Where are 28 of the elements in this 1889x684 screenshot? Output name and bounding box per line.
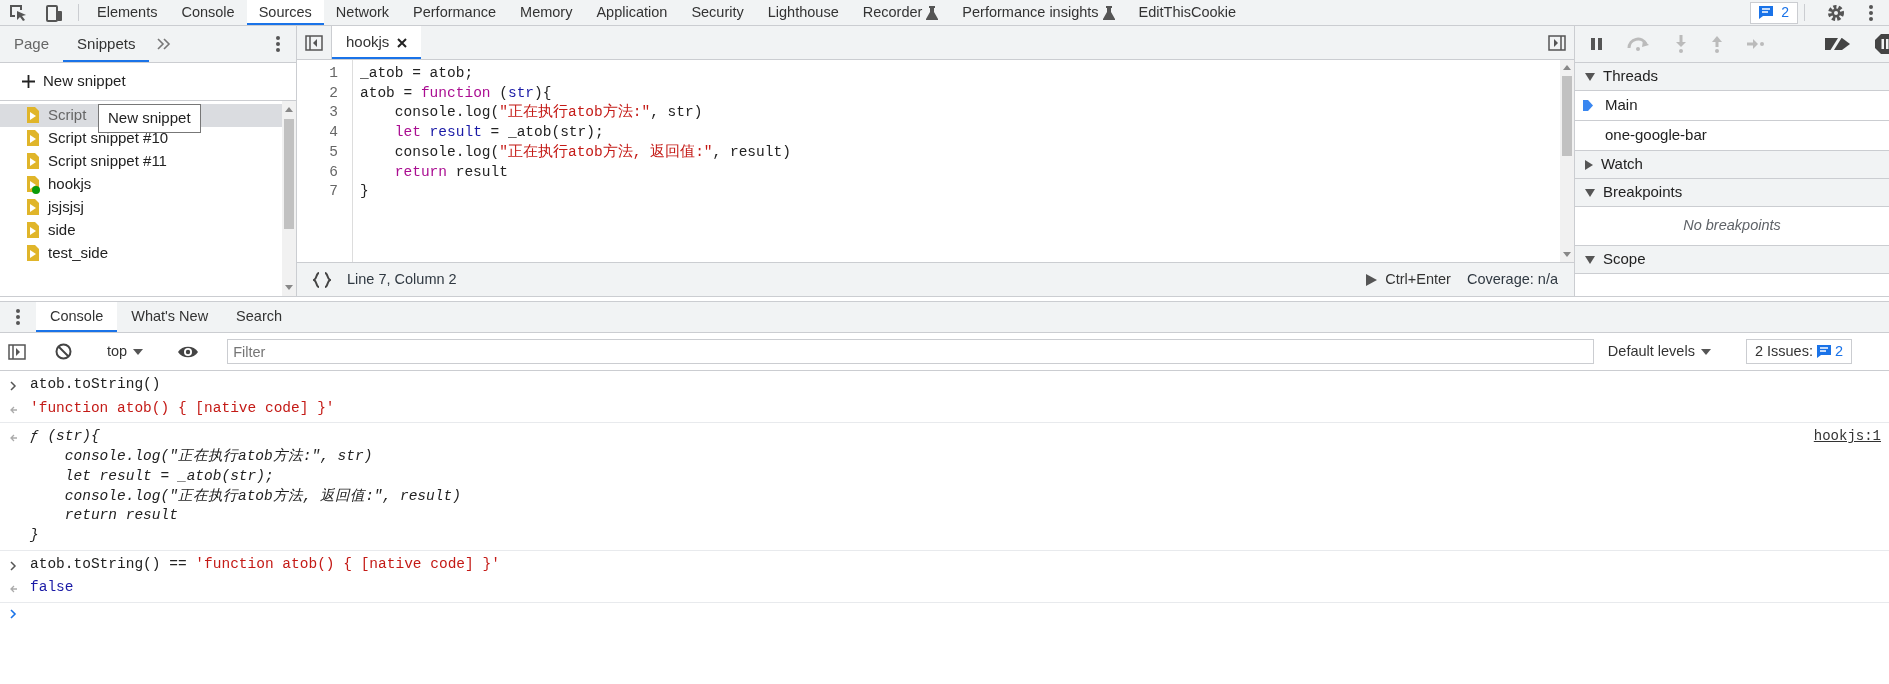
line-number: 4 xyxy=(328,123,339,143)
line-number: 6 xyxy=(328,162,339,182)
empty-message: No breakpoints xyxy=(1683,216,1781,236)
command-text: atob.toString() == 'function atob() { [native code] }' xyxy=(30,554,500,574)
line-number: 2 xyxy=(328,83,339,103)
code-line: _atob = atob; xyxy=(360,64,474,83)
result-text: return result xyxy=(63,506,178,526)
code-line: } xyxy=(360,182,369,202)
result-text: false xyxy=(30,578,74,598)
result-text: ƒ (str){ xyxy=(30,427,100,447)
tooltip: New snippet xyxy=(98,104,201,133)
code-line: return result xyxy=(393,162,508,182)
coverage-status: Coverage: n/a xyxy=(1466,269,1558,289)
result-text: } xyxy=(30,525,39,545)
result-text: 'function atob() { [native code] }' xyxy=(30,398,335,418)
code-line: console.log("正在执行atob方法:", str) xyxy=(393,103,703,123)
result-text: console.log("正在执行atob方法:", str) xyxy=(63,447,373,467)
code-line: let result = _atob(str); xyxy=(393,123,604,143)
line-number: 3 xyxy=(328,103,339,123)
result-text: let result = _atob(str); xyxy=(63,466,274,486)
line-number: 1 xyxy=(328,64,339,83)
cursor-position: Line 7, Column 2 xyxy=(347,269,457,289)
code-line: atob = function (str){ xyxy=(360,83,552,103)
command-text: atob.toString() xyxy=(30,375,161,394)
line-number: 7 xyxy=(328,182,339,202)
code-line: console.log("正在执行atob方法, 返回值:", result) xyxy=(393,142,791,162)
line-number: 5 xyxy=(328,142,339,162)
result-text: console.log("正在执行atob方法, 返回值:", result) xyxy=(63,486,461,506)
